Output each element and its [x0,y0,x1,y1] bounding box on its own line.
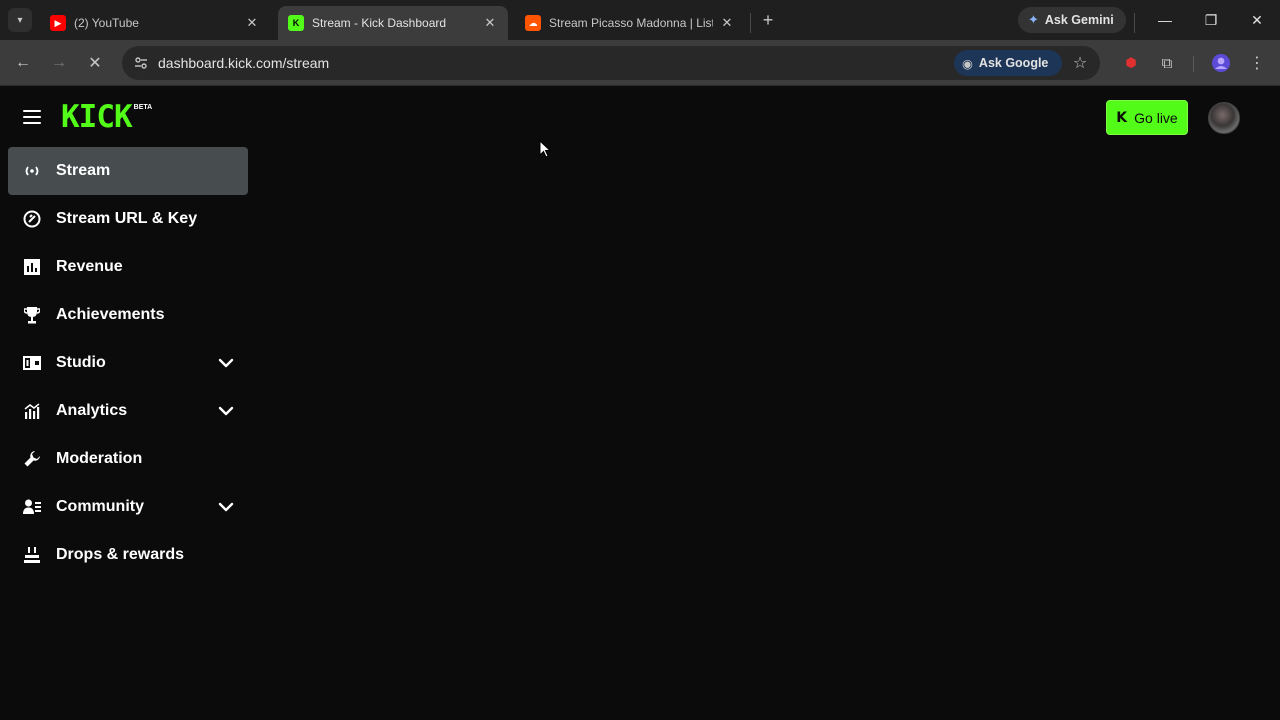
new-tab-button[interactable]: + [757,9,779,31]
ask-google-label: Ask Google [978,56,1049,70]
kick-icon: K [288,15,304,31]
bar-chart-icon [23,258,41,276]
ask-gemini-button[interactable]: ✦ Ask Gemini [1018,7,1126,33]
site-info-icon[interactable] [132,54,150,72]
go-live-button[interactable]: K Go live [1106,100,1188,135]
sidebar-item-label: Analytics [56,402,128,419]
go-live-label: Go live [1134,109,1178,126]
close-icon[interactable]: ✕ [482,15,498,31]
toolbar-separator [1134,13,1135,33]
sidebar-item-label: Drops & rewards [56,546,185,563]
tab-separator [750,13,751,33]
tab-search-chevron-icon[interactable]: ▾ [8,8,32,32]
sidebar-item-label: Moderation [56,450,143,467]
tab-title: (2) YouTube [74,16,139,30]
logo-wordmark: KICK [61,99,133,135]
drops-icon [23,546,41,564]
chevron-down-icon[interactable] [218,355,234,371]
kick-dashboard-page: KICK BETA K Go live Stream Stream URL & … [0,87,1280,720]
sidebar-item-drops-rewards[interactable]: Drops & rewards [8,531,248,579]
extension-shield-icon[interactable]: ⬢ [1121,53,1141,73]
analytics-icon [23,402,41,420]
dashboard-sidebar: Stream Stream URL & Key Revenue Achievem… [8,147,248,579]
tab-title: Stream - Kick Dashboard [312,16,447,30]
sidebar-item-analytics[interactable]: Analytics [8,387,248,435]
extensions-puzzle-icon[interactable]: ⧉ [1157,53,1177,73]
link-icon [23,210,41,228]
browser-menu-icon[interactable]: ⋮ [1247,53,1267,73]
sidebar-item-studio[interactable]: Studio [8,339,248,387]
sidebar-item-moderation[interactable]: Moderation [8,435,248,483]
close-icon[interactable]: ✕ [719,15,735,31]
url-text[interactable]: dashboard.kick.com/stream [158,55,329,71]
google-lens-icon: ◉ [962,56,973,71]
browser-tab-strip: ▾ ▶ (2) YouTube ✕ K Stream - Kick Dashbo… [0,0,1280,40]
tab-title: Stream Picasso Madonna | Liste [549,16,713,30]
toolbar-separator [1193,56,1194,72]
studio-icon [23,354,41,372]
beta-badge: BETA [133,104,153,111]
soundcloud-icon: ☁ [525,15,541,31]
sidebar-item-label: Achievements [56,306,165,323]
mouse-cursor-icon [539,140,551,158]
tab-kick-dashboard[interactable]: K Stream - Kick Dashboard ✕ [278,6,508,40]
forward-arrow-icon[interactable]: → [47,51,71,75]
sidebar-item-achievements[interactable]: Achievements [8,291,248,339]
ask-gemini-label: Ask Gemini [1044,13,1114,27]
hamburger-menu-icon[interactable] [23,110,41,124]
restore-icon[interactable]: ❐ [1199,8,1223,32]
close-icon[interactable]: ✕ [244,15,260,31]
tab-youtube[interactable]: ▶ (2) YouTube ✕ [40,6,270,40]
sidebar-item-label: Community [56,498,144,515]
minimize-icon[interactable]: — [1153,8,1177,32]
bookmark-star-icon[interactable]: ☆ [1070,53,1090,73]
window-close-icon[interactable]: ✕ [1245,8,1269,32]
kick-k-icon: K [1116,109,1128,126]
wrench-icon [23,450,41,468]
kick-logo[interactable]: KICK BETA [61,101,152,133]
chevron-down-icon[interactable] [218,403,234,419]
browser-toolbar: ← → ✕ dashboard.kick.com/stream ◉ Ask Go… [0,40,1280,86]
sidebar-item-revenue[interactable]: Revenue [8,243,248,291]
tab-soundcloud[interactable]: ☁ Stream Picasso Madonna | Liste ✕ [515,6,745,40]
address-bar[interactable]: dashboard.kick.com/stream ◉ Ask Google ☆ [122,46,1100,80]
profile-icon[interactable] [1211,53,1231,73]
sidebar-item-label: Studio [56,354,106,371]
chevron-down-icon[interactable] [218,499,234,515]
trophy-icon [23,306,41,324]
ask-google-button[interactable]: ◉ Ask Google [954,50,1062,76]
sidebar-item-community[interactable]: Community [8,483,248,531]
sidebar-item-label: Revenue [56,258,123,275]
sidebar-item-stream[interactable]: Stream [8,147,248,195]
broadcast-icon [23,162,41,180]
user-avatar[interactable] [1208,102,1240,134]
gemini-spark-icon: ✦ [1028,12,1039,27]
stop-loading-icon[interactable]: ✕ [83,51,107,75]
community-icon [23,498,41,516]
sidebar-item-label: Stream [56,162,111,179]
sidebar-item-label: Stream URL & Key [56,210,198,227]
back-arrow-icon[interactable]: ← [11,51,35,75]
youtube-icon: ▶ [50,15,66,31]
sidebar-item-stream-url-key[interactable]: Stream URL & Key [8,195,248,243]
